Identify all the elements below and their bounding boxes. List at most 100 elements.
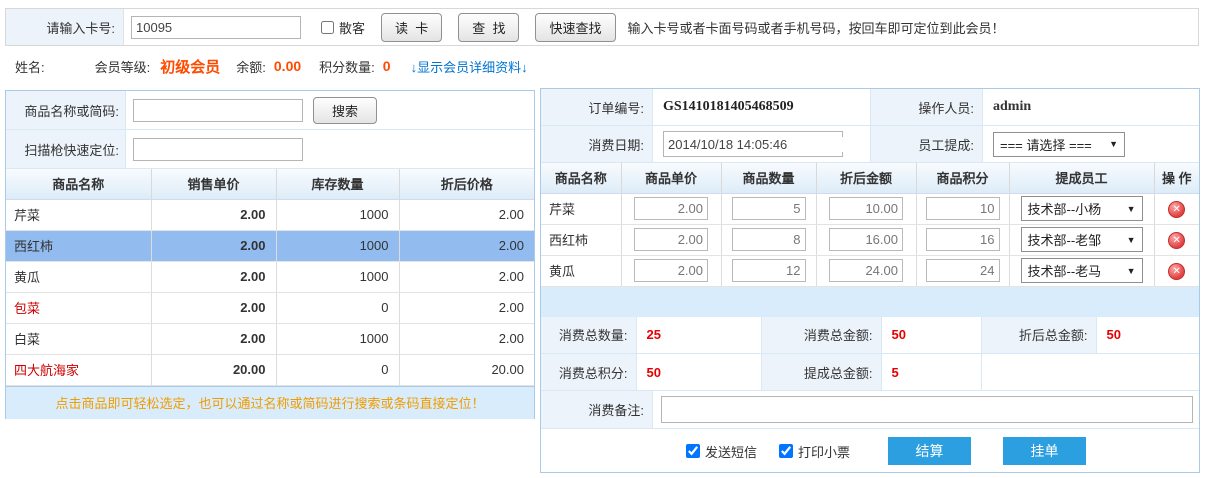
- product-row[interactable]: 四大航海家 20.00 0 20.00: [6, 354, 534, 385]
- send-sms-label: 发送短信: [705, 442, 757, 461]
- product-row[interactable]: 包菜 2.00 0 2.00: [6, 292, 534, 323]
- commission-select[interactable]: === 请选择 === ▼: [993, 132, 1125, 157]
- item-price-input[interactable]: [634, 259, 708, 282]
- order-item-row: 黄瓜 技术部--老马 ▼ ✕: [541, 255, 1199, 286]
- chevron-down-icon: ▼: [1109, 139, 1118, 149]
- item-points-input[interactable]: [926, 228, 1000, 251]
- order-info-row-2: 消费日期: 员工提成: === 请选择 === ▼: [541, 126, 1199, 163]
- consume-date-input[interactable]: [668, 137, 844, 152]
- item-amount-input[interactable]: [829, 228, 903, 251]
- scan-locate-input[interactable]: [133, 138, 303, 161]
- print-ticket-checkbox[interactable]: [779, 444, 793, 458]
- summary-row-2: 消费总积分: 50 提成总金额: 5: [541, 354, 1199, 391]
- item-qty-input[interactable]: [732, 228, 806, 251]
- col-stock-qty: 库存数量: [276, 169, 399, 199]
- hold-order-button[interactable]: 挂单: [1003, 437, 1086, 465]
- card-entry-hint: 输入卡号或者卡面号码或者手机号码，按回车即可定位到此会员！: [628, 18, 1005, 37]
- item-points-input[interactable]: [926, 259, 1000, 282]
- order-no-label: 订单编号:: [541, 89, 653, 125]
- item-points-input[interactable]: [926, 197, 1000, 220]
- product-name: 西红柿: [6, 230, 151, 261]
- read-card-button[interactable]: 读 卡: [381, 13, 442, 42]
- order-table-header: 商品名称 商品单价 商品数量 折后金额 商品积分 提成员工 操 作: [541, 163, 1199, 193]
- item-staff-value: 技术部--老邹: [1028, 230, 1102, 249]
- item-qty-input[interactable]: [732, 197, 806, 220]
- col-item-action: 操 作: [1154, 163, 1199, 193]
- order-item-row: 芹菜 技术部--小杨 ▼ ✕: [541, 193, 1199, 224]
- chevron-down-icon: ▼: [1127, 235, 1136, 245]
- product-row-selected[interactable]: 西红柿 2.00 1000 2.00: [6, 230, 534, 261]
- comm-total-label: 提成总金额:: [761, 354, 881, 391]
- product-price: 2.00: [151, 261, 276, 292]
- item-name: 黄瓜: [541, 255, 621, 286]
- walkin-label: 散客: [339, 18, 365, 37]
- scan-locate-label: 扫描枪快速定位:: [6, 130, 126, 168]
- order-no-value: GS1410181405468509: [653, 89, 871, 125]
- member-points-label: 积分数量:: [319, 57, 375, 76]
- product-row[interactable]: 芹菜 2.00 1000 2.00: [6, 199, 534, 230]
- product-price: 2.00: [151, 230, 276, 261]
- item-amount-input[interactable]: [829, 259, 903, 282]
- remark-input[interactable]: [661, 396, 1193, 423]
- item-staff-value: 技术部--小杨: [1028, 199, 1102, 218]
- settle-button[interactable]: 结算: [888, 437, 971, 465]
- member-info-bar: 姓名: 会员等级: 初级会员 余额: 0.00 积分数量: 0 ↓显示会员详细资…: [5, 48, 1199, 84]
- product-stock: 1000: [276, 261, 399, 292]
- total-qty-value: 25: [636, 317, 761, 354]
- print-ticket-label: 打印小票: [798, 442, 850, 461]
- delete-item-icon[interactable]: ✕: [1168, 263, 1185, 280]
- remark-row: 消费备注:: [541, 391, 1199, 429]
- item-price-input[interactable]: [634, 197, 708, 220]
- item-staff-select[interactable]: 技术部--老邹 ▼: [1021, 227, 1143, 252]
- card-entry-bar: 请输入卡号: 散客 读 卡 查 找 快速查找 输入卡号或者卡面号码或者手机号码，…: [5, 8, 1199, 46]
- show-member-detail-link[interactable]: ↓显示会员详细资料↓: [411, 57, 528, 76]
- delete-item-icon[interactable]: ✕: [1168, 232, 1185, 249]
- product-stock: 1000: [276, 199, 399, 230]
- product-disc-price: 2.00: [399, 199, 534, 230]
- col-item-staff: 提成员工: [1009, 163, 1154, 193]
- product-disc-price: 2.00: [399, 323, 534, 354]
- product-name: 四大航海家: [6, 354, 151, 385]
- product-search-button[interactable]: 搜索: [313, 97, 377, 124]
- item-amount-input[interactable]: [829, 197, 903, 220]
- product-search-label: 商品名称或简码:: [6, 91, 126, 129]
- product-disc-price: 2.00: [399, 292, 534, 323]
- quick-find-button[interactable]: 快速查找: [535, 13, 615, 42]
- commission-label: 员工提成:: [871, 126, 983, 162]
- product-price: 2.00: [151, 199, 276, 230]
- chevron-down-icon: ▼: [1127, 266, 1136, 276]
- find-button[interactable]: 查 找: [458, 13, 519, 42]
- product-price: 2.00: [151, 292, 276, 323]
- order-actions: 发送短信 打印小票 结算 挂单: [541, 429, 1199, 473]
- col-item-points: 商品积分: [916, 163, 1009, 193]
- walkin-checkbox[interactable]: [321, 21, 334, 34]
- total-amount-label: 消费总金额:: [761, 317, 881, 354]
- total-points-label: 消费总积分:: [541, 354, 636, 391]
- product-list-panel: 商品名称或简码: 搜索 扫描枪快速定位: 商品名称 销售单价 库存数量 折后价格…: [5, 90, 535, 419]
- product-name: 芹菜: [6, 199, 151, 230]
- member-points-value: 0: [383, 58, 391, 74]
- member-balance-label: 余额:: [236, 57, 266, 76]
- product-row[interactable]: 黄瓜 2.00 1000 2.00: [6, 261, 534, 292]
- product-stock: 0: [276, 354, 399, 385]
- product-row[interactable]: 白菜 2.00 1000 2.00: [6, 323, 534, 354]
- card-number-input[interactable]: [131, 16, 301, 39]
- consume-date-cell: [653, 126, 871, 162]
- consume-date-box: [663, 131, 843, 157]
- order-table-filler: [541, 287, 1199, 317]
- product-price: 20.00: [151, 354, 276, 385]
- product-search-input[interactable]: [133, 99, 303, 122]
- send-sms-checkbox[interactable]: [686, 444, 700, 458]
- card-number-label: 请输入卡号:: [6, 9, 124, 45]
- item-staff-value: 技术部--老马: [1028, 261, 1102, 280]
- item-staff-select[interactable]: 技术部--老马 ▼: [1021, 258, 1143, 283]
- consume-date-label: 消费日期:: [541, 126, 653, 162]
- item-price-input[interactable]: [634, 228, 708, 251]
- summary-row-1: 消费总数量: 25 消费总金额: 50 折后总金额: 50: [541, 317, 1199, 354]
- product-panel-hint: 点击商品即可轻松选定，也可以通过名称或简码进行搜索或条码直接定位！: [6, 386, 534, 419]
- delete-item-icon[interactable]: ✕: [1168, 201, 1185, 218]
- item-qty-input[interactable]: [732, 259, 806, 282]
- commission-select-value: === 请选择 ===: [1000, 135, 1092, 154]
- item-staff-select[interactable]: 技术部--小杨 ▼: [1021, 196, 1143, 221]
- commission-cell: === 请选择 === ▼: [983, 126, 1199, 162]
